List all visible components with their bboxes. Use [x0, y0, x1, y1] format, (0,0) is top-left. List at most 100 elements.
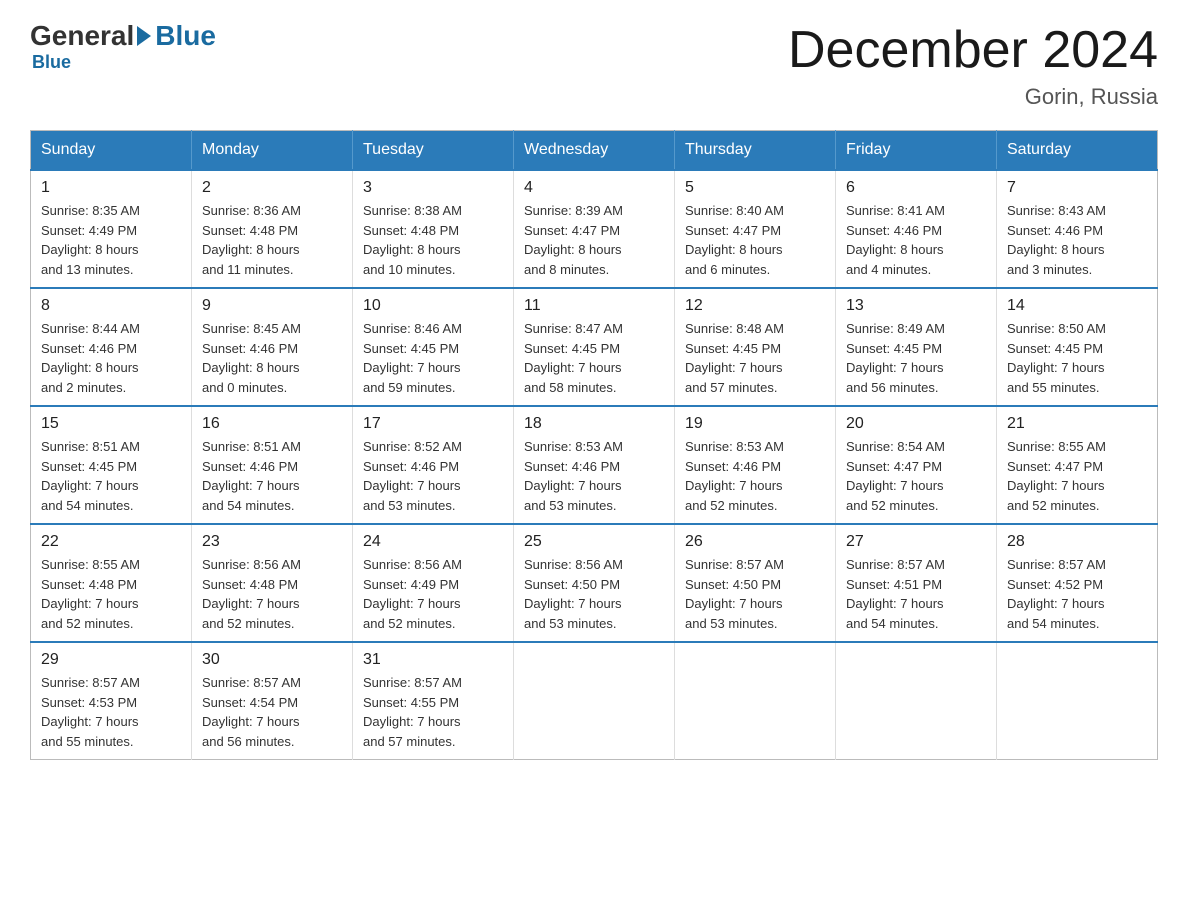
day-number: 18: [524, 415, 664, 433]
header-tuesday: Tuesday: [353, 131, 514, 171]
calendar-cell: 12Sunrise: 8:48 AM Sunset: 4:45 PM Dayli…: [675, 288, 836, 406]
day-info: Sunrise: 8:39 AM Sunset: 4:47 PM Dayligh…: [524, 201, 664, 279]
day-info: Sunrise: 8:52 AM Sunset: 4:46 PM Dayligh…: [363, 437, 503, 515]
day-number: 26: [685, 533, 825, 551]
day-number: 16: [202, 415, 342, 433]
calendar-table: SundayMondayTuesdayWednesdayThursdayFrid…: [30, 130, 1158, 760]
day-number: 29: [41, 651, 181, 669]
day-info: Sunrise: 8:55 AM Sunset: 4:47 PM Dayligh…: [1007, 437, 1147, 515]
calendar-cell: 29 Sunrise: 8:57 AM Sunset: 4:53 PM Dayli…: [31, 642, 192, 760]
day-number: 25: [524, 533, 664, 551]
day-info: Sunrise: 8:53 AM Sunset: 4:46 PM Dayligh…: [685, 437, 825, 515]
day-info: Sunrise: 8:38 AM Sunset: 4:48 PM Dayligh…: [363, 201, 503, 279]
calendar-cell: [514, 642, 675, 760]
day-info: Sunrise: 8:57 AM Sunset: 4:54 PM Dayligh…: [202, 673, 342, 751]
calendar-cell: 4 Sunrise: 8:39 AM Sunset: 4:47 PM Daylig…: [514, 170, 675, 288]
calendar-week-row: 1Sunrise: 8:35 AM Sunset: 4:49 PM Daylig…: [31, 170, 1158, 288]
calendar-cell: 1Sunrise: 8:35 AM Sunset: 4:49 PM Daylig…: [31, 170, 192, 288]
day-info: Sunrise: 8:56 AM Sunset: 4:50 PM Dayligh…: [524, 555, 664, 633]
calendar-cell: 24Sunrise: 8:56 AM Sunset: 4:49 PM Dayli…: [353, 524, 514, 642]
day-info: Sunrise: 8:56 AM Sunset: 4:49 PM Dayligh…: [363, 555, 503, 633]
title-section: December 2024 Gorin, Russia: [788, 20, 1158, 110]
calendar-cell: 31Sunrise: 8:57 AM Sunset: 4:55 PM Dayli…: [353, 642, 514, 760]
calendar-week-row: 15 Sunrise: 8:51 AM Sunset: 4:45 PM Dayli…: [31, 406, 1158, 524]
day-info: Sunrise: 8:43 AM Sunset: 4:46 PM Dayligh…: [1007, 201, 1147, 279]
day-info: Sunrise: 8:44 AM Sunset: 4:46 PM Dayligh…: [41, 319, 181, 397]
day-number: 5: [685, 179, 825, 197]
day-info: Sunrise: 8:57 AM Sunset: 4:50 PM Dayligh…: [685, 555, 825, 633]
calendar-title: December 2024: [788, 20, 1158, 80]
calendar-cell: 26 Sunrise: 8:57 AM Sunset: 4:50 PM Dayli…: [675, 524, 836, 642]
calendar-cell: 2Sunrise: 8:36 AM Sunset: 4:48 PM Daylig…: [192, 170, 353, 288]
calendar-week-row: 29 Sunrise: 8:57 AM Sunset: 4:53 PM Dayli…: [31, 642, 1158, 760]
day-info: Sunrise: 8:56 AM Sunset: 4:48 PM Dayligh…: [202, 555, 342, 633]
logo-arrow-icon: [137, 26, 151, 46]
calendar-cell: 27Sunrise: 8:57 AM Sunset: 4:51 PM Dayli…: [836, 524, 997, 642]
calendar-cell: 6Sunrise: 8:41 AM Sunset: 4:46 PM Daylig…: [836, 170, 997, 288]
day-number: 2: [202, 179, 342, 197]
day-number: 10: [363, 297, 503, 315]
calendar-week-row: 22 Sunrise: 8:55 AM Sunset: 4:48 PM Dayli…: [31, 524, 1158, 642]
day-info: Sunrise: 8:55 AM Sunset: 4:48 PM Dayligh…: [41, 555, 181, 633]
day-number: 14: [1007, 297, 1147, 315]
day-number: 20: [846, 415, 986, 433]
day-info: Sunrise: 8:54 AM Sunset: 4:47 PM Dayligh…: [846, 437, 986, 515]
calendar-cell: 16 Sunrise: 8:51 AM Sunset: 4:46 PM Dayli…: [192, 406, 353, 524]
day-info: Sunrise: 8:51 AM Sunset: 4:45 PM Dayligh…: [41, 437, 181, 515]
calendar-cell: 3 Sunrise: 8:38 AM Sunset: 4:48 PM Daylig…: [353, 170, 514, 288]
day-number: 8: [41, 297, 181, 315]
logo-bottom-blue: Blue: [32, 52, 71, 73]
calendar-cell: 17 Sunrise: 8:52 AM Sunset: 4:46 PM Dayli…: [353, 406, 514, 524]
header-monday: Monday: [192, 131, 353, 171]
day-number: 23: [202, 533, 342, 551]
day-number: 7: [1007, 179, 1147, 197]
day-number: 11: [524, 297, 664, 315]
day-info: Sunrise: 8:45 AM Sunset: 4:46 PM Dayligh…: [202, 319, 342, 397]
calendar-cell: 14Sunrise: 8:50 AM Sunset: 4:45 PM Dayli…: [997, 288, 1158, 406]
calendar-cell: 25 Sunrise: 8:56 AM Sunset: 4:50 PM Dayli…: [514, 524, 675, 642]
day-info: Sunrise: 8:51 AM Sunset: 4:46 PM Dayligh…: [202, 437, 342, 515]
day-number: 21: [1007, 415, 1147, 433]
day-number: 31: [363, 651, 503, 669]
day-info: Sunrise: 8:57 AM Sunset: 4:53 PM Dayligh…: [41, 673, 181, 751]
calendar-cell: 23 Sunrise: 8:56 AM Sunset: 4:48 PM Dayli…: [192, 524, 353, 642]
calendar-cell: 15 Sunrise: 8:51 AM Sunset: 4:45 PM Dayli…: [31, 406, 192, 524]
calendar-cell: [997, 642, 1158, 760]
calendar-cell: 28Sunrise: 8:57 AM Sunset: 4:52 PM Dayli…: [997, 524, 1158, 642]
day-number: 22: [41, 533, 181, 551]
day-number: 9: [202, 297, 342, 315]
day-number: 3: [363, 179, 503, 197]
header-sunday: Sunday: [31, 131, 192, 171]
logo-general-text: General: [30, 20, 134, 52]
logo: General Blue Blue: [30, 20, 216, 73]
day-number: 15: [41, 415, 181, 433]
calendar-cell: 10 Sunrise: 8:46 AM Sunset: 4:45 PM Dayli…: [353, 288, 514, 406]
day-number: 28: [1007, 533, 1147, 551]
day-number: 12: [685, 297, 825, 315]
calendar-subtitle: Gorin, Russia: [788, 84, 1158, 110]
calendar-cell: 5Sunrise: 8:40 AM Sunset: 4:47 PM Daylig…: [675, 170, 836, 288]
calendar-cell: 18 Sunrise: 8:53 AM Sunset: 4:46 PM Dayli…: [514, 406, 675, 524]
day-info: Sunrise: 8:49 AM Sunset: 4:45 PM Dayligh…: [846, 319, 986, 397]
day-number: 19: [685, 415, 825, 433]
calendar-cell: 8 Sunrise: 8:44 AM Sunset: 4:46 PM Daylig…: [31, 288, 192, 406]
day-info: Sunrise: 8:46 AM Sunset: 4:45 PM Dayligh…: [363, 319, 503, 397]
calendar-header-row: SundayMondayTuesdayWednesdayThursdayFrid…: [31, 131, 1158, 171]
calendar-week-row: 8 Sunrise: 8:44 AM Sunset: 4:46 PM Daylig…: [31, 288, 1158, 406]
calendar-cell: 19 Sunrise: 8:53 AM Sunset: 4:46 PM Dayli…: [675, 406, 836, 524]
day-number: 4: [524, 179, 664, 197]
day-info: Sunrise: 8:41 AM Sunset: 4:46 PM Dayligh…: [846, 201, 986, 279]
header-thursday: Thursday: [675, 131, 836, 171]
header-wednesday: Wednesday: [514, 131, 675, 171]
calendar-cell: 9 Sunrise: 8:45 AM Sunset: 4:46 PM Daylig…: [192, 288, 353, 406]
day-number: 27: [846, 533, 986, 551]
calendar-cell: [675, 642, 836, 760]
calendar-cell: 22 Sunrise: 8:55 AM Sunset: 4:48 PM Dayli…: [31, 524, 192, 642]
header-friday: Friday: [836, 131, 997, 171]
day-info: Sunrise: 8:53 AM Sunset: 4:46 PM Dayligh…: [524, 437, 664, 515]
calendar-cell: 21 Sunrise: 8:55 AM Sunset: 4:47 PM Dayli…: [997, 406, 1158, 524]
day-number: 30: [202, 651, 342, 669]
calendar-cell: 20 Sunrise: 8:54 AM Sunset: 4:47 PM Dayli…: [836, 406, 997, 524]
calendar-cell: 11Sunrise: 8:47 AM Sunset: 4:45 PM Dayli…: [514, 288, 675, 406]
day-number: 17: [363, 415, 503, 433]
